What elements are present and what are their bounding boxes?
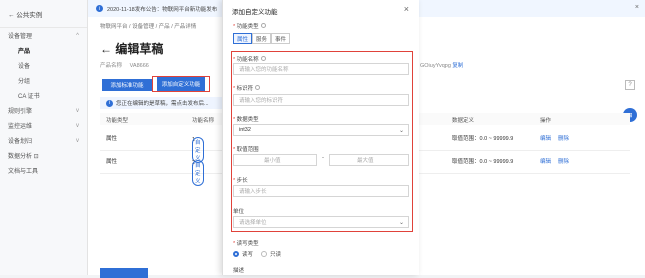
chevron-down-icon: v — [76, 107, 79, 114]
highlight-box — [231, 51, 413, 232]
sidebar-item-assign[interactable]: 设备划归 v — [0, 133, 87, 148]
draft-info-bar: i 您正在编辑的是草稿，需点击发布后... — [100, 97, 224, 109]
chevron-down-icon: ⌄ — [398, 127, 404, 134]
page-title: ← 编辑草稿 — [100, 42, 164, 56]
bottom-button[interactable] — [100, 268, 148, 278]
sidebar-item-analytics[interactable]: 数据分析 ⊡ — [0, 148, 87, 163]
breadcrumb: 物联网平台 / 设备管理 / 产品 / 产品详情 — [100, 24, 197, 30]
close-icon[interactable]: × — [635, 4, 639, 11]
function-type-label: * 功能类型 — [233, 22, 266, 30]
sidebar-item-rules[interactable]: 规则引擎 v — [0, 103, 87, 118]
product-key-meta: GOiuyYvqpg 复制 — [420, 63, 464, 69]
help-icon — [260, 23, 266, 28]
sidebar-item-group[interactable]: 分组 — [0, 73, 87, 88]
edit-link[interactable]: 编辑 — [540, 157, 551, 165]
custom-badge: 自定义 — [192, 160, 204, 186]
add-standard-function-button[interactable]: 添加标准功能 — [102, 79, 152, 91]
sidebar-item-ca[interactable]: CA 证书 — [0, 88, 87, 103]
chevron-down-icon: v — [76, 122, 79, 129]
tab-property[interactable]: 属性 — [233, 33, 253, 44]
help-icon[interactable]: ? — [625, 80, 635, 90]
close-icon[interactable]: × — [404, 4, 409, 14]
max-value-input[interactable]: 最大值 — [329, 154, 409, 166]
chevron-down-icon: ⌄ — [398, 219, 404, 226]
identifier-input[interactable]: 请输入您的标识符 — [233, 94, 409, 106]
help-icon — [255, 85, 261, 90]
sidebar: ← 公共实例 设备管理 ^ 产品 设备 分组 CA 证书 规则引擎 v 监控运维 v … — [0, 0, 88, 275]
step-input[interactable]: 请输入步长 — [233, 185, 409, 197]
unit-label: 单位 — [233, 209, 245, 215]
sidebar-item-device-mgmt[interactable]: 设备管理 ^ — [0, 28, 87, 43]
function-name-label: * 功能名称 — [233, 55, 266, 63]
tab-service[interactable]: 服务 — [252, 33, 272, 44]
add-custom-function-dialog: 添加自定义功能 × * 功能类型 属性 服务 事件 * 功能名称 请输入您的功能… — [222, 0, 419, 275]
radio-read-only[interactable]: 只读 — [261, 250, 281, 258]
edit-link[interactable]: 编辑 — [540, 134, 551, 142]
data-type-label: * 数据类型 — [233, 117, 259, 123]
copy-link[interactable]: 复制 — [452, 63, 463, 69]
delete-link[interactable]: 删除 — [558, 157, 569, 165]
chevron-up-icon: ^ — [76, 32, 79, 39]
identifier-label: * 标识符 — [233, 84, 261, 92]
dialog-title: 添加自定义功能 — [232, 9, 278, 16]
data-type-select[interactable]: int32 ⌄ — [233, 124, 409, 136]
sidebar-item-docs[interactable]: 文档与工具 — [0, 163, 87, 178]
step-label: * 步长 — [233, 178, 248, 184]
help-icon — [260, 56, 266, 61]
sidebar-item-product[interactable]: 产品 — [0, 43, 87, 58]
add-custom-function-highlight: 添加自定义功能 — [152, 76, 210, 92]
sidebar-item-device[interactable]: 设备 — [0, 58, 87, 73]
tab-event[interactable]: 事件 — [271, 33, 291, 44]
back-to-instances[interactable]: ← 公共实例 — [0, 0, 87, 28]
delete-link[interactable]: 删除 — [558, 134, 569, 142]
min-value-input[interactable]: 最小值 — [233, 154, 317, 166]
product-name-meta: 产品名称 VA8666 — [100, 63, 149, 69]
radio-read-write[interactable]: 读写 — [233, 250, 253, 258]
function-type-segmented: 属性 服务 事件 — [233, 33, 291, 44]
add-custom-function-button[interactable]: 添加自定义功能 — [156, 77, 206, 91]
unit-select[interactable]: 请选择单位 ⌄ — [233, 216, 409, 228]
info-icon: i — [106, 99, 113, 107]
value-range-label: * 取值范围 — [233, 147, 259, 153]
sidebar-item-monitor[interactable]: 监控运维 v — [0, 118, 87, 133]
chevron-down-icon: v — [76, 137, 79, 144]
function-name-input[interactable]: 请输入您的功能名称 — [233, 63, 409, 75]
description-label: 描述 — [233, 268, 245, 274]
rw-type-label: * 读写类型 — [233, 241, 259, 247]
info-icon: i — [96, 5, 103, 12]
range-separator: - — [322, 155, 324, 161]
